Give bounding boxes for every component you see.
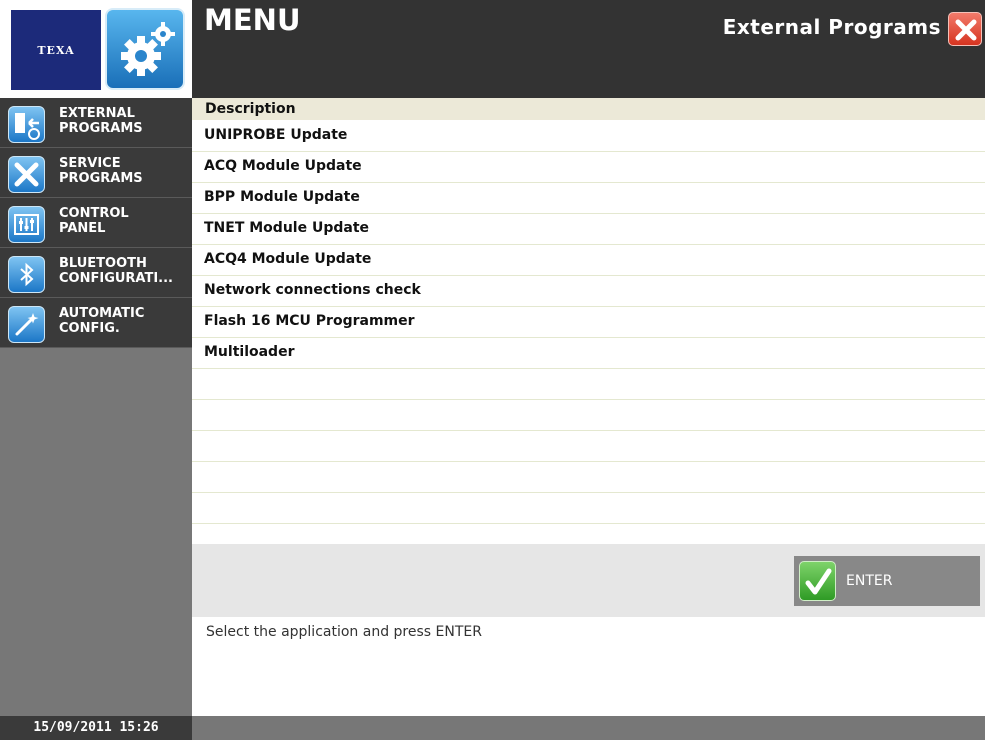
footer-bar: [192, 716, 985, 740]
table-row-empty: [192, 430, 985, 462]
sidebar-item-label: CONFIG.: [59, 321, 120, 336]
row-label: TNET Module Update: [204, 220, 370, 236]
table-row[interactable]: UNIPROBE Update: [192, 120, 985, 152]
sidebar-item-label: PROGRAMS: [59, 171, 143, 186]
sliders-icon: [8, 206, 45, 243]
sidebar-item-service-programs[interactable]: SERVICE PROGRAMS: [0, 148, 192, 198]
external-programs-icon: [8, 106, 45, 143]
page-title: MENU: [204, 3, 301, 37]
table-row-empty: [192, 492, 985, 524]
gear-icon: [105, 8, 185, 90]
sidebar-item-label: BLUETOOTH: [59, 256, 147, 271]
table-row[interactable]: BPP Module Update: [192, 182, 985, 214]
sidebar-item-label: AUTOMATIC: [59, 306, 145, 321]
row-label: ACQ4 Module Update: [204, 251, 372, 267]
table-row[interactable]: Network connections check: [192, 275, 985, 307]
tools-icon: [8, 156, 45, 193]
sidebar: EXTERNAL PROGRAMS SERVICE PROGRAMS CONTROL…: [0, 98, 192, 716]
table-row-empty: [192, 368, 985, 400]
row-label: UNIPROBE Update: [204, 127, 348, 143]
enter-button-label: ENTER: [846, 573, 893, 589]
sidebar-item-label: SERVICE: [59, 156, 121, 171]
table-row[interactable]: Flash 16 MCU Programmer: [192, 306, 985, 338]
row-label: Network connections check: [204, 282, 421, 298]
row-label: Flash 16 MCU Programmer: [204, 313, 415, 329]
sidebar-item-label: EXTERNAL: [59, 106, 135, 121]
sidebar-item-control-panel[interactable]: CONTROL PANEL: [0, 198, 192, 248]
texa-logo: TEXA: [11, 10, 101, 90]
table-row-empty: [192, 461, 985, 493]
table-row[interactable]: Multiloader: [192, 337, 985, 369]
checkmark-icon: [799, 561, 836, 601]
table-row[interactable]: TNET Module Update: [192, 213, 985, 245]
row-label: BPP Module Update: [204, 189, 360, 205]
table-row[interactable]: ACQ4 Module Update: [192, 244, 985, 276]
bluetooth-icon: [8, 256, 45, 293]
sidebar-item-bluetooth-configuration[interactable]: BLUETOOTH CONFIGURATI...: [0, 248, 192, 298]
sidebar-item-label: CONFIGURATI...: [59, 271, 173, 286]
table-header: [192, 98, 985, 120]
close-button[interactable]: [948, 12, 982, 46]
sidebar-item-external-programs[interactable]: EXTERNAL PROGRAMS: [0, 98, 192, 148]
instruction-text: Select the application and press ENTER: [206, 624, 482, 640]
datetime-display: 15/09/2011 15:26: [0, 716, 192, 740]
column-header-description: Description: [205, 101, 296, 117]
sidebar-item-automatic-config[interactable]: AUTOMATIC CONFIG.: [0, 298, 192, 348]
row-label: Multiloader: [204, 344, 295, 360]
sidebar-item-label: CONTROL: [59, 206, 129, 221]
row-label: ACQ Module Update: [204, 158, 362, 174]
sidebar-item-label: PROGRAMS: [59, 121, 143, 136]
table-row-empty: [192, 399, 985, 431]
sidebar-item-label: PANEL: [59, 221, 106, 236]
close-icon: [955, 19, 977, 41]
table-row[interactable]: ACQ Module Update: [192, 151, 985, 183]
section-title: External Programs: [722, 15, 941, 39]
magic-wand-icon: [8, 306, 45, 343]
